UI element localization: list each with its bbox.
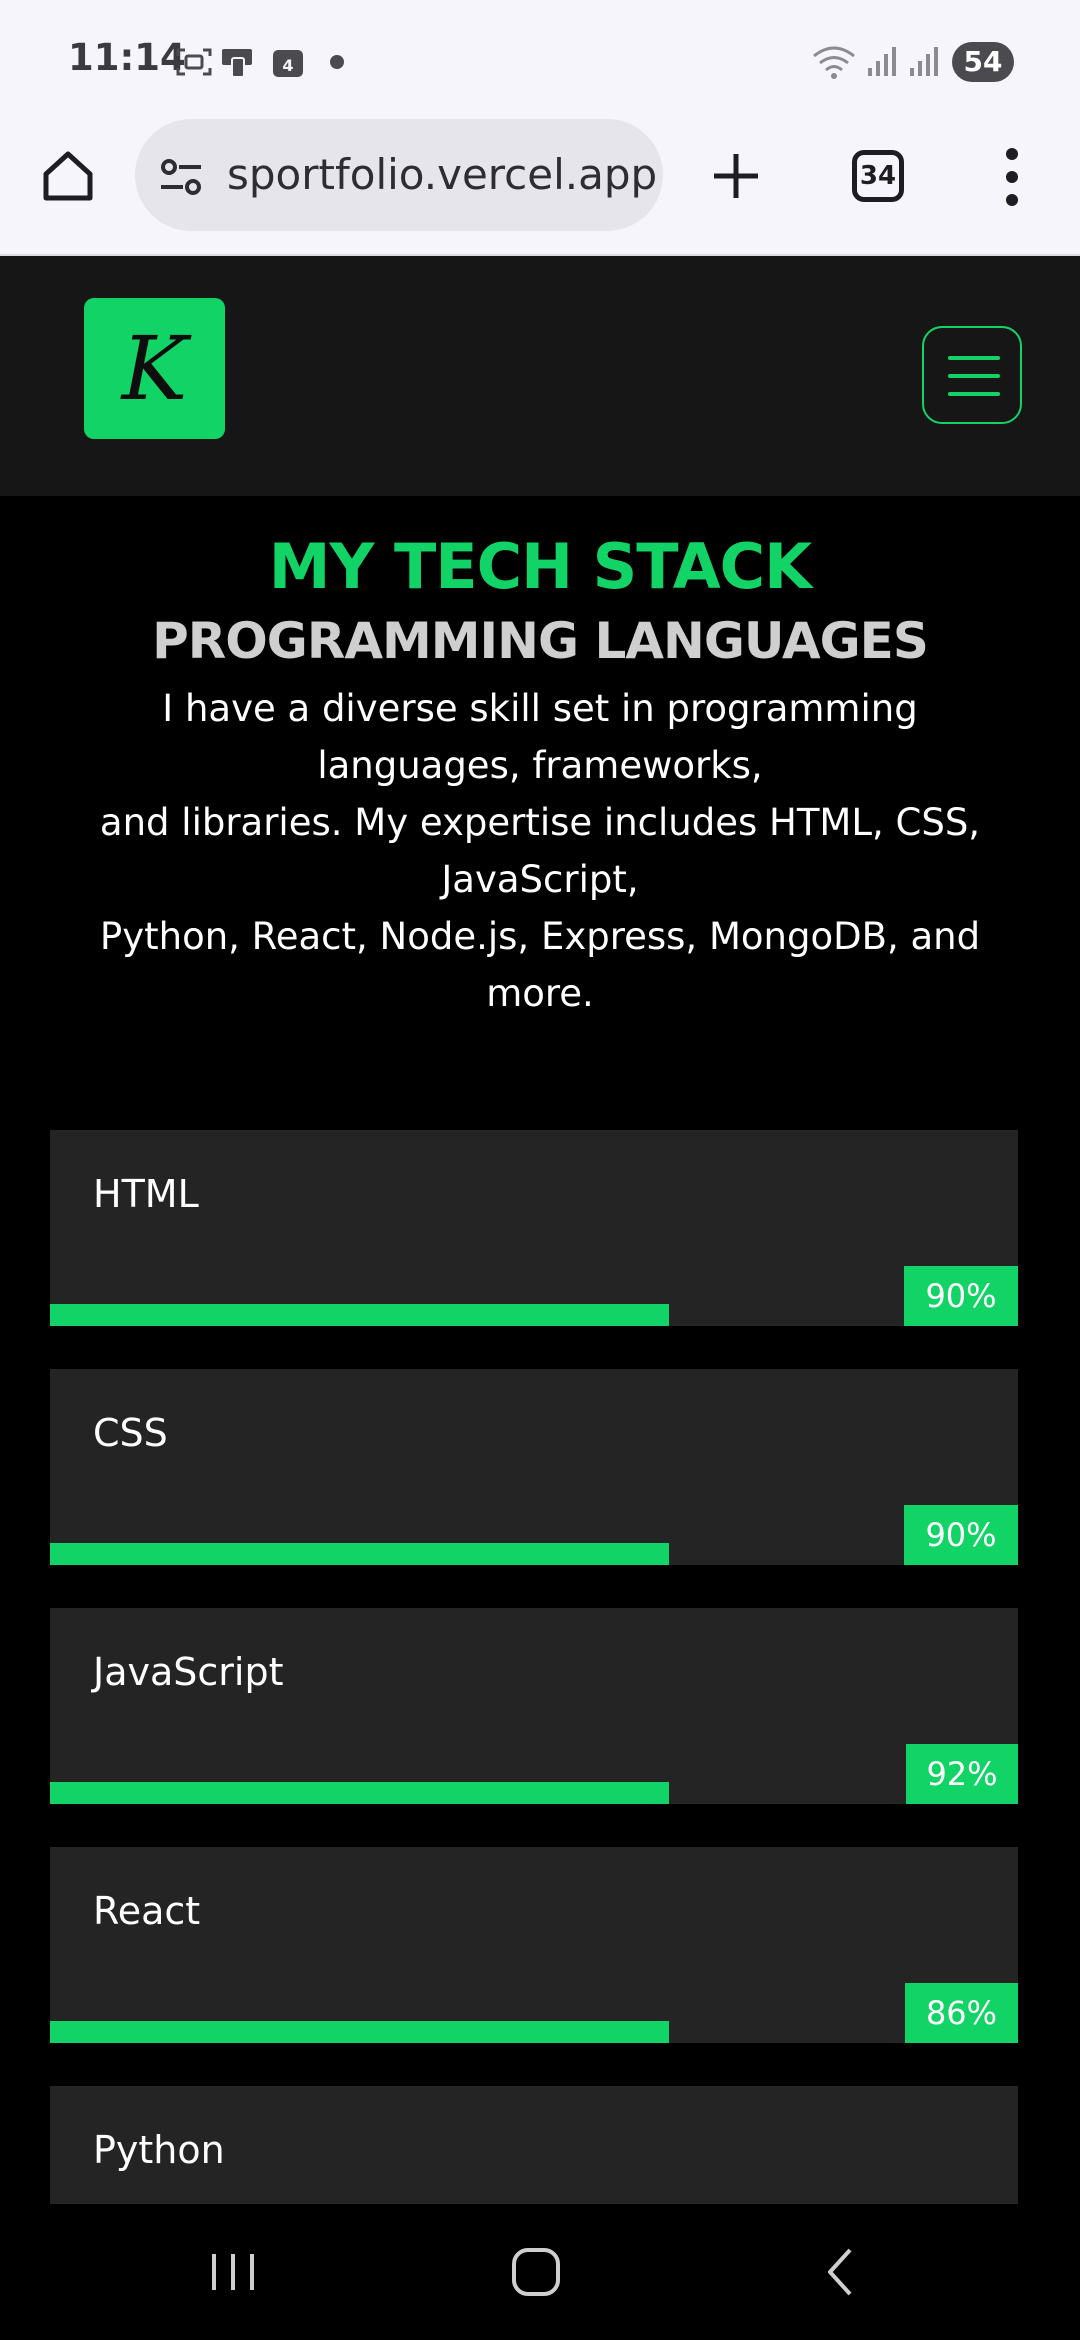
description-line: and libraries. My expertise includes HTM… [99, 801, 981, 844]
skill-progress-track [50, 1782, 824, 1804]
browser-toolbar: sportfolio.vercel.app 34 [0, 110, 1080, 256]
status-time: 11:14 [68, 36, 186, 79]
site-header: K [0, 256, 1080, 496]
tabs-button[interactable]: 34 [852, 150, 904, 202]
skill-percent-badge: 90% [904, 1266, 1018, 1326]
battery-indicator: 54 [952, 42, 1014, 82]
calendar-badge-count: 4 [282, 56, 293, 75]
skill-card: Python [50, 2086, 1018, 2204]
site-logo[interactable]: K [84, 298, 225, 439]
skill-progress-track [50, 1543, 824, 1565]
section-description: I have a diverse skill set in programmin… [60, 680, 1020, 1022]
skill-progress-track [50, 1304, 824, 1326]
skill-percent-badge: 92% [906, 1744, 1018, 1804]
skill-progress-track [50, 2021, 824, 2043]
screenshot-icon [176, 48, 212, 76]
url-text[interactable]: sportfolio.vercel.app [227, 119, 657, 231]
home-icon[interactable] [510, 2244, 562, 2300]
skill-percent-badge: 86% [905, 1983, 1018, 2043]
skill-card: React 86% [50, 1847, 1018, 2043]
skill-progress-fill [50, 1782, 670, 1804]
address-bar[interactable]: sportfolio.vercel.app [135, 119, 663, 231]
back-icon[interactable] [820, 2244, 860, 2300]
device-icon [222, 49, 252, 78]
skill-name: CSS [93, 1411, 168, 1455]
skill-name: HTML [93, 1172, 199, 1216]
skill-progress-fill [50, 1304, 670, 1326]
skill-card: JavaScript 92% [50, 1608, 1018, 1804]
dot-icon [330, 55, 344, 69]
recent-apps-icon[interactable] [208, 2244, 258, 2300]
system-nav-bar [0, 2204, 1080, 2340]
section-subtitle: PROGRAMMING LANGUAGES [152, 612, 929, 670]
status-bar: 11:14 4 54 [0, 0, 1080, 110]
site-settings-icon[interactable] [157, 157, 207, 197]
skill-card: HTML 90% [50, 1130, 1018, 1326]
description-line: languages, frameworks, [317, 744, 763, 787]
wifi-icon [813, 46, 855, 79]
home-icon[interactable] [38, 146, 98, 206]
description-line: I have a diverse skill set in programmin… [162, 687, 918, 730]
skill-card: CSS 90% [50, 1369, 1018, 1565]
plus-icon[interactable] [710, 146, 762, 206]
description-line: more. [486, 972, 594, 1015]
skill-percent-badge: 90% [904, 1505, 1018, 1565]
description-line: JavaScript, [441, 858, 639, 901]
skill-name: JavaScript [93, 1650, 284, 1694]
more-vert-icon[interactable] [1000, 146, 1024, 208]
skill-progress-fill [50, 2021, 670, 2043]
hamburger-icon[interactable] [922, 326, 1022, 424]
signal-icon [910, 47, 938, 76]
signal-icon [868, 47, 896, 76]
skill-progress-fill [50, 1543, 670, 1565]
calendar-icon: 4 [273, 50, 303, 77]
description-line: Python, React, Node.js, Express, MongoDB… [99, 915, 981, 958]
skill-name: React [93, 1889, 201, 1933]
section-title: MY TECH STACK [268, 530, 812, 603]
skill-name: Python [93, 2128, 225, 2172]
